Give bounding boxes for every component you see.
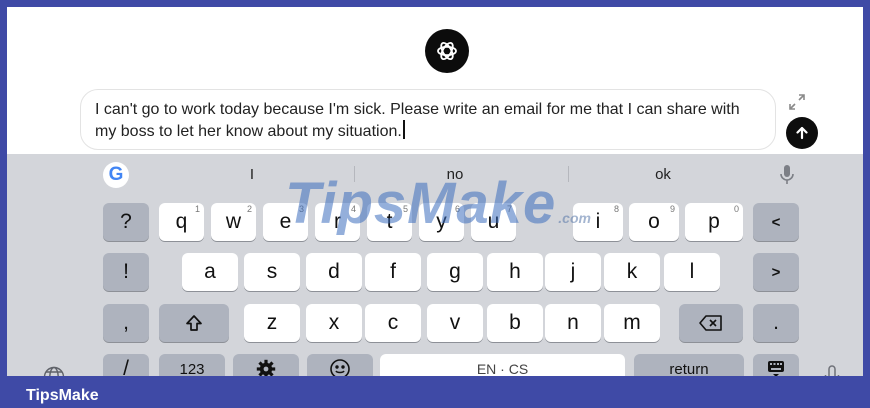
backspace-key[interactable] — [679, 304, 743, 342]
key-k[interactable]: k — [604, 253, 660, 291]
key-r[interactable]: r4 — [315, 203, 360, 241]
key-v[interactable]: v — [427, 304, 483, 342]
footer-brand: TipsMake — [26, 387, 99, 404]
key-a[interactable]: a — [182, 253, 238, 291]
key-w[interactable]: w2 — [211, 203, 256, 241]
key-exclamation[interactable]: ! — [103, 253, 149, 291]
key-hint: 2 — [246, 204, 252, 214]
key-d[interactable]: d — [306, 253, 362, 291]
keyboard-dismiss-icon — [768, 361, 784, 376]
google-g-icon[interactable]: G — [103, 162, 129, 188]
openai-logo-icon — [425, 29, 469, 73]
key-x[interactable]: x — [306, 304, 362, 342]
key-h[interactable]: h — [487, 253, 543, 291]
key-z[interactable]: z — [244, 304, 300, 342]
gear-icon — [256, 359, 276, 376]
arrow-up-icon — [796, 126, 808, 140]
key-hint: 8 — [613, 204, 619, 214]
expand-arrows-icon[interactable] — [788, 93, 806, 111]
space-bar[interactable]: EN · CS — [380, 354, 625, 376]
settings-key[interactable] — [233, 354, 299, 376]
message-text: I can't go to work today because I'm sic… — [95, 101, 740, 140]
send-button[interactable] — [786, 117, 818, 149]
key-f[interactable]: f — [365, 253, 421, 291]
shift-key[interactable] — [159, 304, 229, 342]
key-i[interactable]: i8 — [573, 203, 623, 241]
backspace-icon — [699, 315, 722, 331]
key-n[interactable]: n — [545, 304, 601, 342]
app-frame: I can't go to work today because I'm sic… — [7, 7, 863, 376]
key-period[interactable]: . — [753, 304, 799, 342]
key-b[interactable]: b — [487, 304, 543, 342]
suggestion-2[interactable]: no — [415, 166, 495, 183]
key-s[interactable]: s — [244, 253, 300, 291]
key-cursor-right[interactable]: > — [753, 253, 799, 291]
return-key[interactable]: return — [634, 354, 744, 376]
key-e[interactable]: e3 — [263, 203, 308, 241]
dictation-microphone-icon[interactable] — [823, 364, 841, 376]
message-input[interactable]: I can't go to work today because I'm sic… — [80, 89, 776, 150]
footer-bar: TipsMake — [0, 378, 870, 408]
key-c[interactable]: c — [365, 304, 421, 342]
keyboard: G I no ok ? q1 w2 e3 r4 t5 y6 u7 i8 o9 p… — [7, 154, 863, 376]
key-hint: 4 — [350, 204, 356, 214]
numbers-key[interactable]: 123 — [159, 354, 225, 376]
text-caret — [402, 120, 405, 139]
key-u[interactable]: u7 — [471, 203, 516, 241]
key-hint: 9 — [669, 204, 675, 214]
suggestion-divider — [354, 166, 355, 182]
microphone-icon[interactable] — [778, 164, 796, 186]
key-l[interactable]: l — [664, 253, 720, 291]
smiley-icon — [330, 359, 350, 376]
key-j[interactable]: j — [545, 253, 601, 291]
key-hint: 3 — [298, 204, 304, 214]
shift-arrow-icon — [186, 315, 202, 331]
suggestion-3[interactable]: ok — [623, 166, 703, 183]
key-p[interactable]: p0 — [685, 203, 743, 241]
key-hint: 1 — [194, 204, 200, 214]
key-hint: 7 — [506, 204, 512, 214]
key-o[interactable]: o9 — [629, 203, 679, 241]
globe-icon[interactable] — [43, 366, 65, 376]
suggestion-bar: G I no ok — [7, 154, 863, 194]
suggestion-divider — [568, 166, 569, 182]
key-m[interactable]: m — [604, 304, 660, 342]
key-cursor-left[interactable]: < — [753, 203, 799, 241]
emoji-key[interactable] — [307, 354, 373, 376]
key-comma[interactable]: , — [103, 304, 149, 342]
key-hint: 5 — [402, 204, 408, 214]
dismiss-keyboard-key[interactable] — [753, 354, 799, 376]
key-question-mark[interactable]: ? — [103, 203, 149, 241]
key-slash[interactable]: / — [103, 354, 149, 376]
key-hint: 6 — [454, 204, 460, 214]
key-g[interactable]: g — [427, 253, 483, 291]
key-hint: 0 — [733, 204, 739, 214]
suggestion-1[interactable]: I — [212, 166, 292, 183]
key-q[interactable]: q1 — [159, 203, 204, 241]
key-t[interactable]: t5 — [367, 203, 412, 241]
key-y[interactable]: y6 — [419, 203, 464, 241]
